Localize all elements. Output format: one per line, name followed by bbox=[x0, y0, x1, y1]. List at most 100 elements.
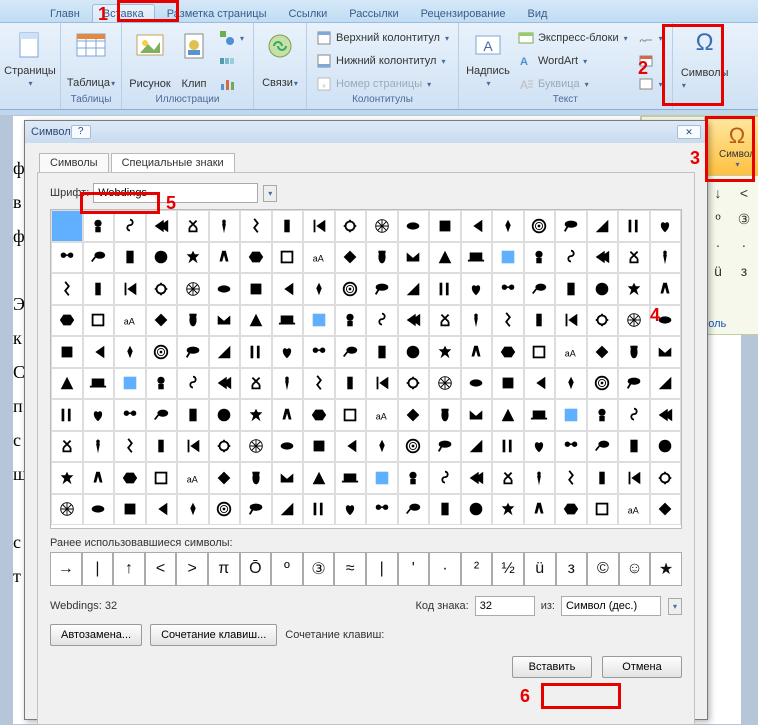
symbol-cell[interactable] bbox=[461, 305, 493, 337]
symbol-cell[interactable] bbox=[492, 336, 524, 368]
symbol-cell[interactable] bbox=[303, 305, 335, 337]
recent-symbol-cell[interactable]: з bbox=[556, 552, 588, 586]
symbol-cell[interactable] bbox=[461, 462, 493, 494]
footer-button[interactable]: Нижний колонтитул▾ bbox=[311, 50, 454, 72]
symbol-cell[interactable] bbox=[335, 273, 367, 305]
symbol-cell[interactable] bbox=[461, 242, 493, 274]
symbol-cell[interactable] bbox=[240, 273, 272, 305]
recent-symbol-cell[interactable]: ' bbox=[398, 552, 430, 586]
symbol-cell[interactable] bbox=[146, 462, 178, 494]
symbol-cell[interactable] bbox=[555, 494, 587, 526]
dropcap-button[interactable]: AБуквица▾ bbox=[513, 73, 633, 95]
symbol-cell[interactable] bbox=[209, 242, 241, 274]
recent-symbol-cell[interactable]: ½ bbox=[492, 552, 524, 586]
symbol-cell[interactable] bbox=[524, 210, 556, 242]
symbol-cell[interactable] bbox=[492, 431, 524, 463]
symbol-cell[interactable] bbox=[492, 273, 524, 305]
symbol-cell[interactable] bbox=[114, 210, 146, 242]
symbol-cell[interactable] bbox=[335, 242, 367, 274]
symbol-cell[interactable] bbox=[83, 210, 115, 242]
symbol-cell[interactable] bbox=[177, 368, 209, 400]
symbol-cell[interactable]: aA bbox=[114, 305, 146, 337]
symbol-cell[interactable] bbox=[146, 273, 178, 305]
symbol-cell[interactable] bbox=[398, 399, 430, 431]
symbol-cell[interactable] bbox=[240, 242, 272, 274]
symbol-cell[interactable] bbox=[461, 431, 493, 463]
symbol-cell[interactable] bbox=[524, 305, 556, 337]
symbol-cell[interactable] bbox=[177, 494, 209, 526]
quick-symbol-cell[interactable]: з bbox=[733, 260, 755, 282]
symbol-cell[interactable] bbox=[461, 273, 493, 305]
symbol-cell[interactable]: aA bbox=[177, 462, 209, 494]
symbol-cell[interactable]: aA bbox=[555, 336, 587, 368]
symbol-cell[interactable] bbox=[587, 336, 619, 368]
quick-symbol-cell[interactable]: ③ bbox=[733, 208, 755, 230]
symbol-cell[interactable] bbox=[618, 462, 650, 494]
symbol-cell[interactable] bbox=[335, 336, 367, 368]
header-button[interactable]: Верхний колонтитул▾ bbox=[311, 27, 454, 49]
recent-symbol-cell[interactable]: ★ bbox=[650, 552, 682, 586]
symbol-cell[interactable] bbox=[335, 462, 367, 494]
table-button[interactable]: Таблица▾ bbox=[65, 25, 117, 91]
symbol-cell[interactable] bbox=[618, 273, 650, 305]
symbol-cell[interactable] bbox=[492, 242, 524, 274]
symbol-cell[interactable] bbox=[555, 368, 587, 400]
symbol-cell[interactable] bbox=[587, 431, 619, 463]
symbol-cell[interactable] bbox=[51, 336, 83, 368]
symbol-cell[interactable] bbox=[51, 431, 83, 463]
symbol-cell[interactable] bbox=[335, 305, 367, 337]
from-input[interactable] bbox=[561, 596, 661, 616]
symbol-cell[interactable] bbox=[618, 368, 650, 400]
symbol-cell[interactable] bbox=[272, 462, 304, 494]
symbol-cell[interactable] bbox=[272, 368, 304, 400]
symbol-cell[interactable] bbox=[146, 336, 178, 368]
shortcut-button[interactable]: Сочетание клавиш... bbox=[150, 624, 277, 646]
recent-symbol-cell[interactable]: ↑ bbox=[113, 552, 145, 586]
clip-button[interactable]: Клип bbox=[174, 25, 214, 91]
quick-symbol-cell[interactable]: ∙ bbox=[733, 234, 755, 256]
symbol-cell[interactable] bbox=[618, 336, 650, 368]
symbol-cell[interactable] bbox=[272, 494, 304, 526]
symbol-cell[interactable] bbox=[83, 368, 115, 400]
recent-symbol-cell[interactable]: ü bbox=[524, 552, 556, 586]
code-input[interactable] bbox=[475, 596, 535, 616]
symbol-cell[interactable] bbox=[398, 431, 430, 463]
pages-button[interactable]: Страницы▾ bbox=[4, 25, 56, 91]
symbol-cell[interactable] bbox=[114, 462, 146, 494]
symbol-cell[interactable] bbox=[177, 305, 209, 337]
cancel-button[interactable]: Отмена bbox=[602, 656, 682, 678]
symbol-cell[interactable] bbox=[650, 242, 682, 274]
symbol-cell[interactable] bbox=[618, 210, 650, 242]
recent-symbol-cell[interactable]: < bbox=[145, 552, 177, 586]
symbol-cell[interactable] bbox=[398, 368, 430, 400]
symbol-cell[interactable] bbox=[209, 273, 241, 305]
symbol-cell[interactable] bbox=[587, 368, 619, 400]
symbol-cell[interactable] bbox=[83, 399, 115, 431]
symbol-cell[interactable] bbox=[177, 399, 209, 431]
symbol-cell[interactable] bbox=[587, 210, 619, 242]
symbol-cell[interactable] bbox=[429, 399, 461, 431]
express-button[interactable]: Экспресс-блоки▾ bbox=[513, 27, 633, 49]
symbol-cell[interactable] bbox=[555, 210, 587, 242]
symbol-cell[interactable] bbox=[303, 431, 335, 463]
symbol-cell[interactable] bbox=[398, 273, 430, 305]
caption-button[interactable]: A Надпись▾ bbox=[463, 25, 513, 91]
symbol-cell[interactable] bbox=[146, 368, 178, 400]
symbol-cell[interactable] bbox=[83, 494, 115, 526]
symbol-cell[interactable] bbox=[429, 431, 461, 463]
symbol-cell[interactable] bbox=[303, 399, 335, 431]
symbol-cell[interactable] bbox=[51, 273, 83, 305]
symbol-cell[interactable] bbox=[366, 494, 398, 526]
symbol-cell[interactable] bbox=[177, 210, 209, 242]
symbol-cell[interactable] bbox=[555, 242, 587, 274]
symbol-cell[interactable] bbox=[209, 462, 241, 494]
symbol-cell[interactable] bbox=[335, 494, 367, 526]
symbol-cell[interactable] bbox=[335, 368, 367, 400]
symbol-cell[interactable] bbox=[587, 462, 619, 494]
symbol-cell[interactable] bbox=[366, 368, 398, 400]
recent-symbol-cell[interactable]: π bbox=[208, 552, 240, 586]
recent-symbol-cell[interactable]: Ō bbox=[240, 552, 272, 586]
symbol-cell[interactable]: aA bbox=[618, 494, 650, 526]
symbol-cell[interactable] bbox=[524, 273, 556, 305]
symbol-cell[interactable] bbox=[51, 399, 83, 431]
